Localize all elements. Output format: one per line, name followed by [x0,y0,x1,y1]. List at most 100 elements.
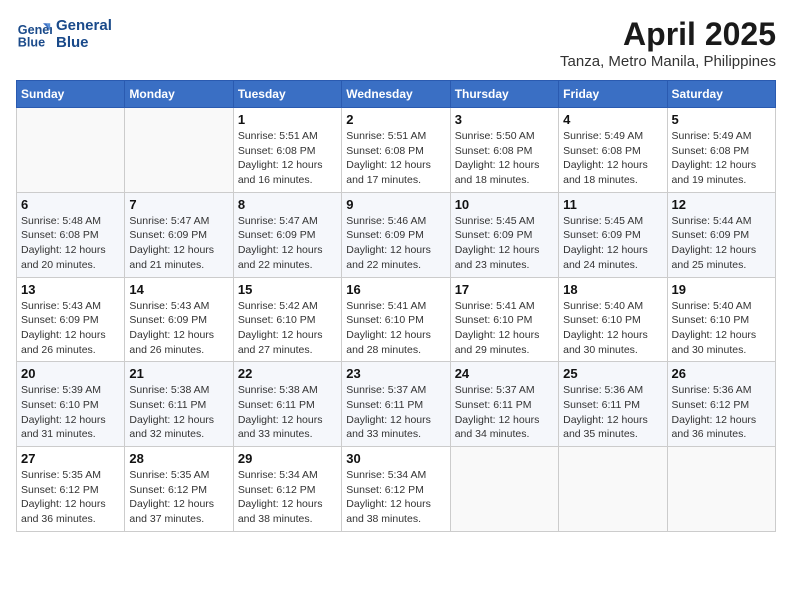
calendar-cell: 21Sunrise: 5:38 AMSunset: 6:11 PMDayligh… [125,362,233,447]
weekday-header: Sunday [17,81,125,108]
calendar-cell: 14 Sunrise: 5:43 AMSunset: 6:09 PMDayligh… [125,277,233,362]
day-number: 12 [672,197,771,212]
day-info: Sunrise: 5:46 AMSunset: 6:09 PMDaylight:… [346,214,445,273]
logo-text-line1: General [56,17,112,34]
location-title: Tanza, Metro Manila, Philippines [560,53,776,70]
calendar-week-row: 20 Sunrise: 5:39 AMSunset: 6:10 PMDayligh… [17,362,776,447]
calendar-header-row: SundayMondayTuesdayWednesdayThursdayFrid… [17,81,776,108]
day-info: Sunrise: 5:44 AMSunset: 6:09 PMDaylight:… [672,214,771,273]
day-info: Sunrise: 5:51 AMSunset: 6:08 PMDaylight:… [346,129,445,188]
day-info: Sunrise: 5:41 AMSunset: 6:10 PMDaylight:… [346,299,445,358]
logo: General Blue General Blue [16,16,112,52]
calendar-cell [17,108,125,193]
calendar-cell: 30 Sunrise: 5:34 AMSunset: 6:12 PMDayligh… [342,447,450,532]
day-number: 14 [129,282,228,297]
day-number: 17 [455,282,554,297]
calendar-cell: 20 Sunrise: 5:39 AMSunset: 6:10 PMDayligh… [17,362,125,447]
day-number: 23 [346,366,445,381]
day-number: 11 [563,197,662,212]
title-section: April 2025 Tanza, Metro Manila, Philippi… [560,16,776,70]
calendar-week-row: 13Sunrise: 5:43 AMSunset: 6:09 PMDayligh… [17,277,776,362]
calendar-cell: 28 Sunrise: 5:35 AMSunset: 6:12 PMDayligh… [125,447,233,532]
calendar-cell: 7Sunrise: 5:47 AMSunset: 6:09 PMDaylight… [125,192,233,277]
day-number: 4 [563,112,662,127]
logo-text-line2: Blue [56,34,112,51]
calendar-cell: 27 Sunrise: 5:35 AMSunset: 6:12 PMDayligh… [17,447,125,532]
calendar-cell: 16 Sunrise: 5:41 AMSunset: 6:10 PMDayligh… [342,277,450,362]
month-title: April 2025 [560,16,776,53]
day-number: 22 [238,366,337,381]
calendar-cell: 5Sunrise: 5:49 AMSunset: 6:08 PMDaylight… [667,108,775,193]
day-info: Sunrise: 5:38 AMSunset: 6:11 PMDaylight:… [238,383,337,442]
day-info: Sunrise: 5:36 AMSunset: 6:11 PMDaylight:… [563,383,662,442]
day-number: 2 [346,112,445,127]
calendar-cell: 22 Sunrise: 5:38 AMSunset: 6:11 PMDayligh… [233,362,341,447]
logo-icon: General Blue [16,16,52,52]
day-info: Sunrise: 5:37 AMSunset: 6:11 PMDaylight:… [455,383,554,442]
calendar-week-row: 27 Sunrise: 5:35 AMSunset: 6:12 PMDayligh… [17,447,776,532]
day-number: 30 [346,451,445,466]
calendar-week-row: 6 Sunrise: 5:48 AMSunset: 6:08 PMDaylight… [17,192,776,277]
day-info: Sunrise: 5:43 AMSunset: 6:09 PMDaylight:… [129,299,228,358]
day-number: 3 [455,112,554,127]
day-info: Sunrise: 5:47 AMSunset: 6:09 PMDaylight:… [238,214,337,273]
weekday-header: Monday [125,81,233,108]
calendar-cell: 26 Sunrise: 5:36 AMSunset: 6:12 PMDayligh… [667,362,775,447]
day-info: Sunrise: 5:43 AMSunset: 6:09 PMDaylight:… [21,299,120,358]
day-info: Sunrise: 5:40 AMSunset: 6:10 PMDaylight:… [563,299,662,358]
day-number: 15 [238,282,337,297]
day-info: Sunrise: 5:48 AMSunset: 6:08 PMDaylight:… [21,214,120,273]
calendar-cell: 8Sunrise: 5:47 AMSunset: 6:09 PMDaylight… [233,192,341,277]
day-number: 10 [455,197,554,212]
weekday-header: Thursday [450,81,558,108]
weekday-header: Tuesday [233,81,341,108]
calendar-cell: 15 Sunrise: 5:42 AMSunset: 6:10 PMDayligh… [233,277,341,362]
day-number: 25 [563,366,662,381]
calendar-cell: 12 Sunrise: 5:44 AMSunset: 6:09 PMDayligh… [667,192,775,277]
day-info: Sunrise: 5:35 AMSunset: 6:12 PMDaylight:… [21,468,120,527]
calendar-cell [559,447,667,532]
day-info: Sunrise: 5:35 AMSunset: 6:12 PMDaylight:… [129,468,228,527]
day-info: Sunrise: 5:39 AMSunset: 6:10 PMDaylight:… [21,383,120,442]
calendar-cell: 4 Sunrise: 5:49 AMSunset: 6:08 PMDaylight… [559,108,667,193]
calendar-cell: 13Sunrise: 5:43 AMSunset: 6:09 PMDayligh… [17,277,125,362]
calendar-week-row: 1 Sunrise: 5:51 AMSunset: 6:08 PMDaylight… [17,108,776,193]
weekday-header: Saturday [667,81,775,108]
calendar-cell: 10 Sunrise: 5:45 AMSunset: 6:09 PMDayligh… [450,192,558,277]
day-info: Sunrise: 5:47 AMSunset: 6:09 PMDaylight:… [129,214,228,273]
day-info: Sunrise: 5:49 AMSunset: 6:08 PMDaylight:… [672,129,771,188]
weekday-header: Friday [559,81,667,108]
day-number: 16 [346,282,445,297]
day-info: Sunrise: 5:34 AMSunset: 6:12 PMDaylight:… [238,468,337,527]
calendar-cell: 18 Sunrise: 5:40 AMSunset: 6:10 PMDayligh… [559,277,667,362]
day-number: 9 [346,197,445,212]
day-info: Sunrise: 5:41 AMSunset: 6:10 PMDaylight:… [455,299,554,358]
day-number: 20 [21,366,120,381]
day-info: Sunrise: 5:45 AMSunset: 6:09 PMDaylight:… [455,214,554,273]
day-info: Sunrise: 5:36 AMSunset: 6:12 PMDaylight:… [672,383,771,442]
day-number: 26 [672,366,771,381]
day-number: 1 [238,112,337,127]
calendar-cell: 24Sunrise: 5:37 AMSunset: 6:11 PMDayligh… [450,362,558,447]
day-info: Sunrise: 5:34 AMSunset: 6:12 PMDaylight:… [346,468,445,527]
day-number: 28 [129,451,228,466]
calendar-cell: 1Sunrise: 5:51 AMSunset: 6:08 PMDaylight… [233,108,341,193]
day-info: Sunrise: 5:50 AMSunset: 6:08 PMDaylight:… [455,129,554,188]
svg-text:Blue: Blue [18,36,45,50]
day-info: Sunrise: 5:40 AMSunset: 6:10 PMDaylight:… [672,299,771,358]
day-info: Sunrise: 5:42 AMSunset: 6:10 PMDaylight:… [238,299,337,358]
day-number: 6 [21,197,120,212]
calendar-cell: 23Sunrise: 5:37 AMSunset: 6:11 PMDayligh… [342,362,450,447]
calendar-cell: 3 Sunrise: 5:50 AMSunset: 6:08 PMDaylight… [450,108,558,193]
day-info: Sunrise: 5:45 AMSunset: 6:09 PMDaylight:… [563,214,662,273]
calendar-cell: 11 Sunrise: 5:45 AMSunset: 6:09 PMDayligh… [559,192,667,277]
day-number: 27 [21,451,120,466]
day-number: 18 [563,282,662,297]
day-number: 19 [672,282,771,297]
calendar-cell: 19 Sunrise: 5:40 AMSunset: 6:10 PMDayligh… [667,277,775,362]
calendar-cell: 6 Sunrise: 5:48 AMSunset: 6:08 PMDaylight… [17,192,125,277]
weekday-header: Wednesday [342,81,450,108]
day-info: Sunrise: 5:49 AMSunset: 6:08 PMDaylight:… [563,129,662,188]
calendar-cell: 17 Sunrise: 5:41 AMSunset: 6:10 PMDayligh… [450,277,558,362]
page-header: General Blue General Blue April 2025 Tan… [16,16,776,70]
